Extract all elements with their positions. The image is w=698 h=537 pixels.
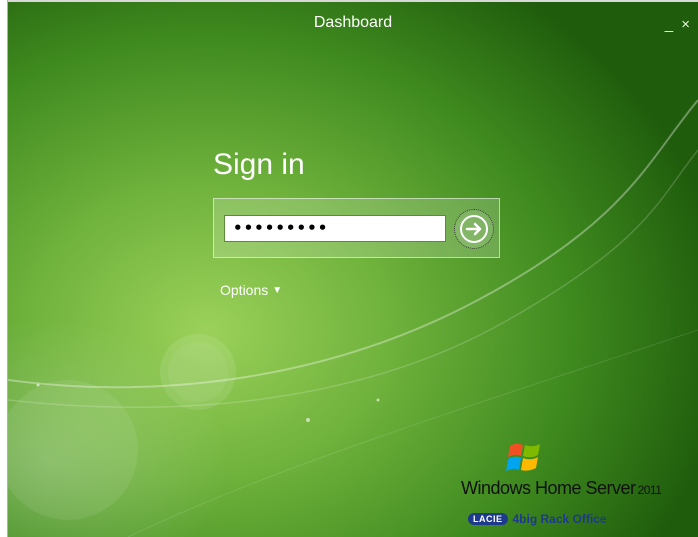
password-input[interactable]: •••••••••: [224, 215, 446, 242]
login-panel: •••••••••: [213, 198, 500, 258]
title-bar: Dashboard _ ×: [8, 0, 698, 40]
close-icon[interactable]: ×: [681, 16, 692, 33]
vendor-product-name: 4big Rack Office: [512, 512, 607, 526]
sign-in-heading: Sign in: [213, 148, 305, 181]
vendor-brand: LACIE 4big Rack Office: [468, 512, 607, 526]
window-frame-left: [0, 0, 8, 537]
background-swoosh: [8, 99, 698, 537]
windows-flag-icon: [506, 443, 540, 471]
product-name: Windows Home Server: [461, 478, 636, 498]
window-title: Dashboard: [313, 14, 393, 31]
product-brand: Windows Home Server 2011: [461, 478, 662, 499]
options-label: Options: [220, 282, 269, 298]
sign-in-button[interactable]: [454, 209, 494, 249]
lacie-logo: LACIE: [468, 513, 508, 525]
arrow-right-circle-icon: [460, 215, 488, 243]
caret-down-icon: ▼: [272, 285, 283, 296]
options-dropdown[interactable]: Options ▼: [220, 282, 282, 298]
dashboard-window: Dashboard _ × Sign in ••••••••• Options ▼…: [8, 0, 698, 537]
minimize-icon[interactable]: _: [665, 16, 675, 33]
product-year: 2011: [637, 483, 662, 497]
window-controls: _ ×: [665, 16, 692, 33]
